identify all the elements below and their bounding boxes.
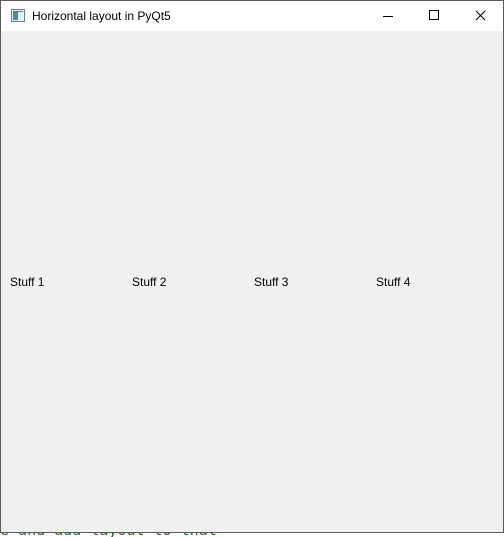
minimize-button[interactable] <box>365 1 411 31</box>
label-stuff-1: Stuff 1 <box>10 275 45 289</box>
maximize-button[interactable] <box>411 1 457 31</box>
label-stuff-3: Stuff 3 <box>254 275 289 289</box>
close-button[interactable] <box>457 1 503 31</box>
app-window-icon[interactable] <box>11 9 25 22</box>
app-window: Horizontal layout in PyQt5 Stuff 1 Stuff… <box>0 0 504 533</box>
label-stuff-4: Stuff 4 <box>376 275 411 289</box>
label-stuff-2: Stuff 2 <box>132 275 167 289</box>
window-title: Horizontal layout in PyQt5 <box>32 9 171 23</box>
horizontal-layout: Stuff 1 Stuff 2 Stuff 3 Stuff 4 <box>1 31 503 532</box>
title-bar[interactable]: Horizontal layout in PyQt5 <box>1 1 503 31</box>
